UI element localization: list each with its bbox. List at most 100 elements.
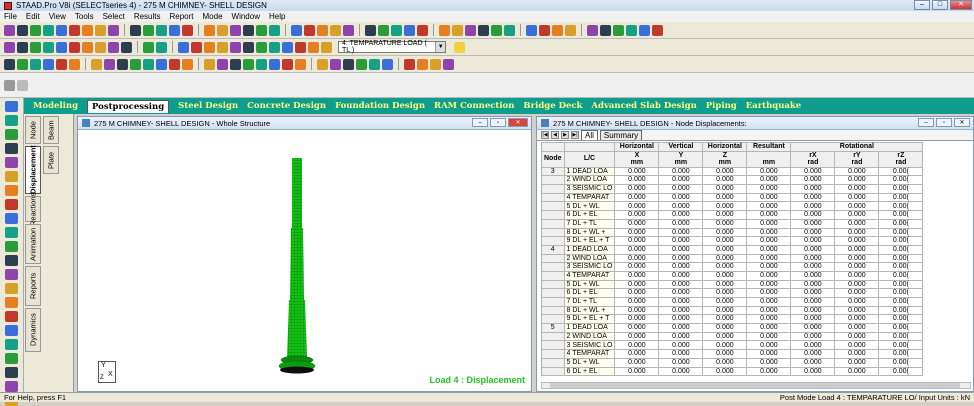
select-region-icon[interactable] [17,79,28,91]
menu-mode[interactable]: Mode [203,12,223,21]
results-tool-icon[interactable] [230,58,241,70]
tab-modeling[interactable]: Modeling [33,101,78,111]
first-sheet-icon[interactable]: |◀ [541,131,549,139]
page-tab-dynamics[interactable]: Dynamics [25,308,41,352]
left-tool-icon[interactable] [5,311,18,322]
minimize-button[interactable]: – [914,0,930,10]
results-tool-icon[interactable] [17,58,28,70]
table-row[interactable]: 3 SEISMIC LO 0.000 0.000 0.000 0.000 0.000 0.0… [541,262,924,272]
file-tool-icon[interactable] [417,24,428,36]
view-tool-icon[interactable] [56,41,67,53]
file-tool-icon[interactable] [108,24,119,36]
results-tool-icon[interactable] [30,58,41,70]
close-button[interactable]: ✕ [950,0,972,10]
view-tool-icon[interactable] [295,41,306,53]
tab-piping[interactable]: Piping [706,101,737,111]
table-row[interactable]: 6 DL + EL 0.000 0.000 0.000 0.000 0.000 0.000 0… [541,366,924,377]
menu-edit[interactable]: Edit [26,12,40,21]
file-tool-icon[interactable] [17,24,28,36]
table-row[interactable]: 2 WIND LOA 0.000 0.000 0.000 0.000 0.000 0.000… [541,175,924,186]
file-tool-icon[interactable] [243,24,254,36]
menu-view[interactable]: View [49,12,66,21]
results-tool-icon[interactable] [417,58,428,70]
view-tool-icon[interactable] [230,41,241,53]
menu-window[interactable]: Window [232,12,260,21]
left-tool-icon[interactable] [5,297,18,308]
left-tool-icon[interactable] [5,339,18,350]
results-tool-icon[interactable] [430,58,441,70]
select-cursor-icon[interactable] [4,79,15,91]
file-tool-icon[interactable] [217,24,228,36]
tab-summary[interactable]: Summary [599,130,643,140]
view-tool-icon[interactable] [308,41,319,53]
table-row[interactable]: 5 DL + WL 0.000 0.000 0.000 0.000 0.000 0.000 0… [541,279,924,290]
results-tool-icon[interactable] [443,58,454,70]
results-tool-icon[interactable] [56,58,67,70]
table-row[interactable]: 9 DL + EL + T 0.000 0.000 0.000 0.000 0.000 0.… [541,236,924,246]
file-tool-icon[interactable] [565,24,576,36]
results-tool-icon[interactable] [243,58,254,70]
file-tool-icon[interactable] [330,24,341,36]
file-tool-icon[interactable] [343,24,354,36]
view-tool-icon[interactable] [178,41,189,53]
table-row[interactable]: 3 SEISMIC LO 0.000 0.000 0.000 0.000 0.000 0.0… [541,340,924,351]
results-tool-icon[interactable] [217,58,228,70]
view-restore-button[interactable]: ▫ [490,118,506,127]
tab-all[interactable]: All [581,130,598,140]
tab-earthquake[interactable]: Earthquake [746,101,802,111]
file-tool-icon[interactable] [256,24,267,36]
left-tool-icon[interactable] [5,115,18,126]
left-tool-icon[interactable] [5,381,18,392]
file-tool-icon[interactable] [365,24,376,36]
page-tab-node[interactable]: Node [25,116,41,144]
left-tool-icon[interactable] [5,199,18,210]
table-row[interactable]: 5 DL + WL 0.000 0.000 0.000 0.000 0.000 0.000 0… [541,357,924,368]
left-tool-icon[interactable] [5,367,18,378]
file-tool-icon[interactable] [491,24,502,36]
next-sheet-icon[interactable]: ▶ [561,131,569,139]
results-tool-icon[interactable] [91,58,102,70]
results-tool-icon[interactable] [204,58,215,70]
menu-help[interactable]: Help [269,12,285,21]
results-tool-icon[interactable] [182,58,193,70]
results-tool-icon[interactable] [269,58,280,70]
page-tab-reports[interactable]: Reports [25,266,41,306]
table-row[interactable]: 7 DL + TL 0.000 0.000 0.000 0.000 0.000 0.000 0… [541,218,924,229]
file-tool-icon[interactable] [182,24,193,36]
view-tool-icon[interactable] [4,41,15,53]
results-tool-icon[interactable] [356,58,367,70]
view-tool-icon[interactable] [217,41,228,53]
file-tool-icon[interactable] [269,24,280,36]
file-tool-icon[interactable] [204,24,215,36]
file-tool-icon[interactable] [56,24,67,36]
left-tool-icon[interactable] [5,227,18,238]
view-tool-icon[interactable] [256,41,267,53]
menu-tools[interactable]: Tools [75,12,94,21]
view-tool-icon[interactable] [121,41,132,53]
page-tab-reactions[interactable]: Reactions [25,192,41,226]
view-tool-icon[interactable] [43,41,54,53]
file-tool-icon[interactable] [404,24,415,36]
menu-report[interactable]: Report [170,12,194,21]
table-row[interactable]: 4 TEMPARAT 0.000 0.000 0.000 0.000 0.000 0.000… [541,192,924,203]
file-tool-icon[interactable] [95,24,106,36]
view-tool-icon[interactable] [269,41,280,53]
file-tool-icon[interactable] [504,24,515,36]
results-tool-icon[interactable] [282,58,293,70]
table-row[interactable]: 2 WIND LOA 0.000 0.000 0.000 0.000 0.000 0.000… [541,253,924,264]
tab-concrete-design[interactable]: Concrete Design [247,101,326,111]
view-tool-icon[interactable] [243,41,254,53]
tab-steel-design[interactable]: Steel Design [178,101,238,111]
results-tool-icon[interactable] [330,58,341,70]
table-row[interactable]: 4 TEMPARAT 0.000 0.000 0.000 0.000 0.000 0.000… [541,270,924,281]
file-tool-icon[interactable] [552,24,563,36]
file-tool-icon[interactable] [130,24,141,36]
view-tool-icon[interactable] [108,41,119,53]
left-tool-icon[interactable] [5,255,18,266]
table-row[interactable]: 31 DEAD LOA 0.000 0.000 0.000 0.000 0.000 0.00… [541,166,924,177]
results-tool-icon[interactable] [4,58,15,70]
results-tool-icon[interactable] [256,58,267,70]
tab-bridge-deck[interactable]: Bridge Deck [523,101,582,111]
file-tool-icon[interactable] [4,24,15,36]
chimney-model-canvas[interactable] [78,130,531,391]
